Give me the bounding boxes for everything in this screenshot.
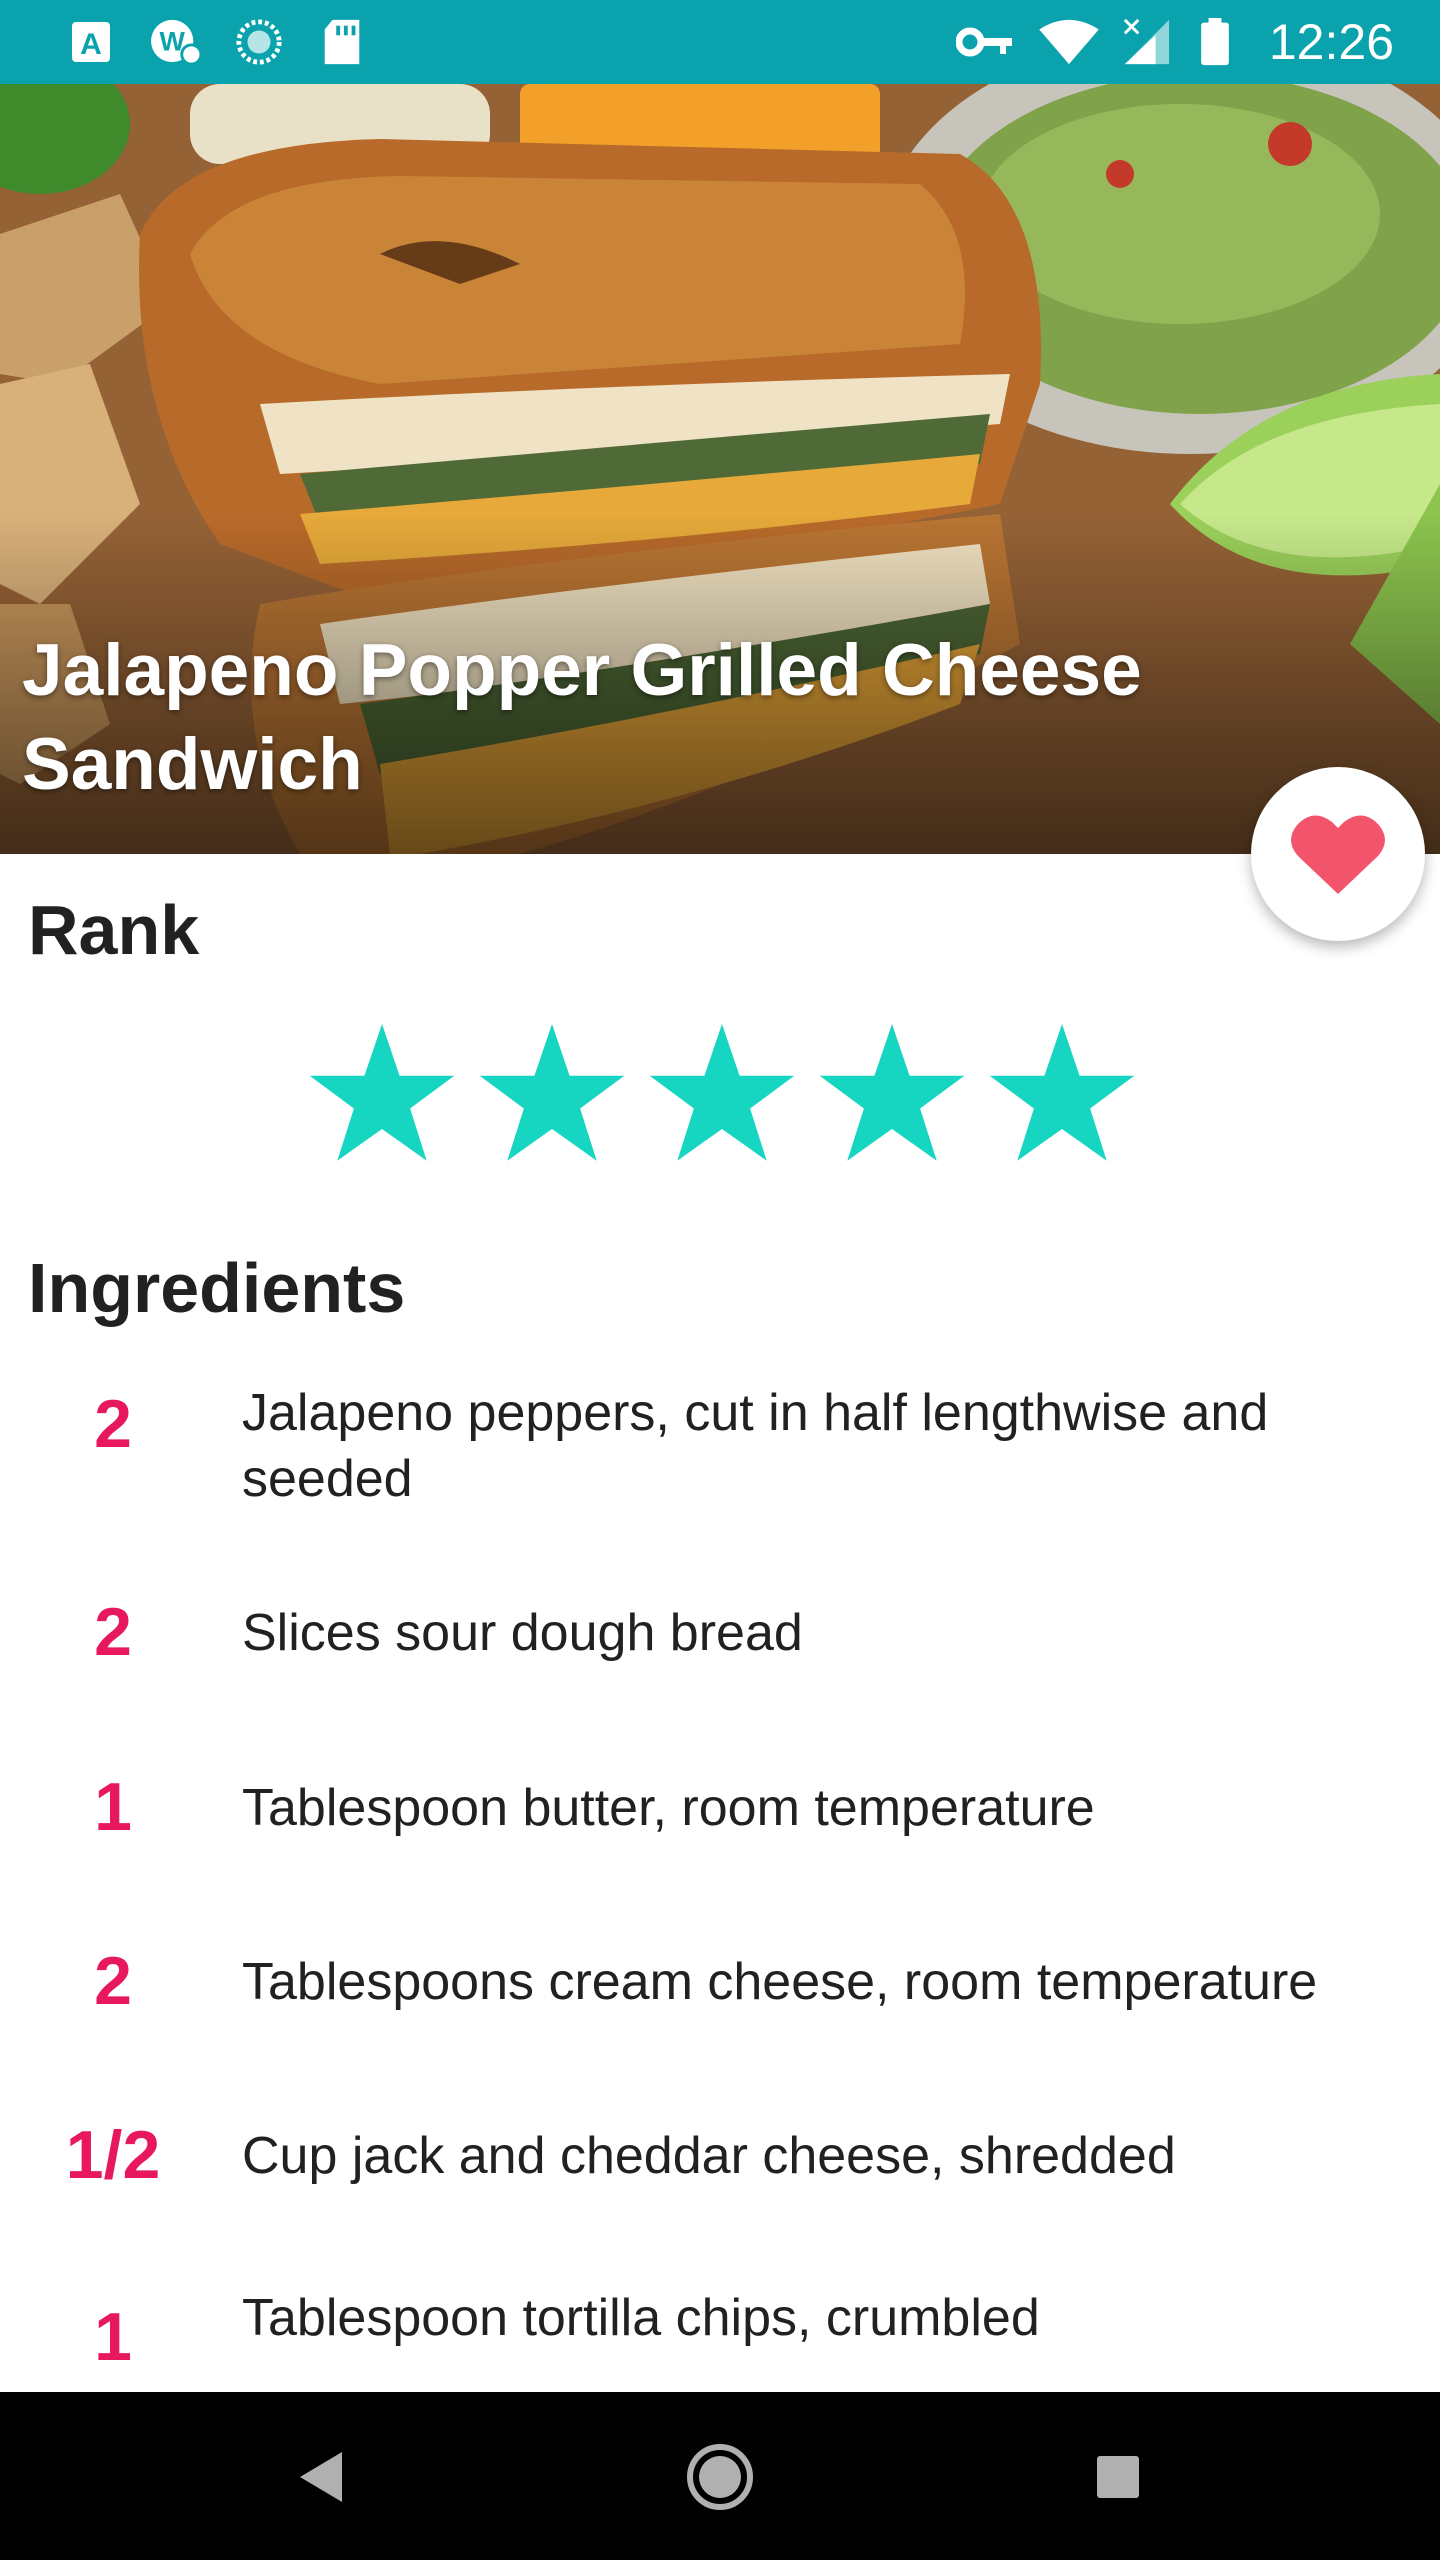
ingredient-quantity: 2 xyxy=(94,1943,132,2019)
wifi-icon xyxy=(1039,19,1099,65)
sync-circle-icon xyxy=(236,19,282,65)
sd-card-icon xyxy=(324,19,360,65)
ingredient-quantity: 1 xyxy=(94,1769,132,1845)
ingredient-text: Cup jack and cheddar cheese, shredded xyxy=(242,2127,1176,2185)
battery-icon xyxy=(1201,18,1229,66)
star-icon[interactable] xyxy=(477,1020,627,1170)
signal-icon xyxy=(1123,18,1170,65)
star-icon[interactable] xyxy=(307,1020,457,1170)
heart-icon xyxy=(1291,815,1385,894)
ingredient-text: Tablespoon tortilla chips, crumbled xyxy=(242,2289,1040,2347)
status-bar: A W 12:26 xyxy=(0,0,1440,84)
ingredient-quantity: 2 xyxy=(94,1386,132,1462)
star-icon[interactable] xyxy=(817,1020,967,1170)
ingredient-quantity: 1 xyxy=(94,2299,132,2375)
ingredient-text: Jalapeno peppers, cut in half lengthwise… xyxy=(242,1384,1269,1508)
app-a-icon: A xyxy=(72,22,110,62)
app-w-icon: W xyxy=(151,19,203,66)
home-icon[interactable] xyxy=(675,2432,765,2522)
ingredient-text: Tablespoon butter, room temperature xyxy=(242,1779,1095,1837)
ingredient-quantity: 2 xyxy=(94,1594,132,1670)
clock: 12:26 xyxy=(1268,14,1394,70)
rank-heading: Rank xyxy=(28,891,200,969)
favorite-button[interactable] xyxy=(1251,767,1425,941)
ingredients-heading: Ingredients xyxy=(28,1249,406,1327)
star-icon[interactable] xyxy=(987,1020,1137,1170)
recipe-title: Jalapeno Popper Grilled Cheese Sandwich xyxy=(22,630,1142,805)
vpn-key-icon xyxy=(956,27,1012,57)
ingredient-text: Tablespoons cream cheese, room temperatu… xyxy=(242,1953,1318,2011)
star-icon[interactable] xyxy=(647,1020,797,1170)
back-icon[interactable] xyxy=(278,2432,368,2522)
recipe-hero-image: Jalapeno Popper Grilled Cheese Sandwich xyxy=(0,84,1440,854)
ingredient-quantity: 1/2 xyxy=(65,2117,161,2193)
recents-icon[interactable] xyxy=(1073,2432,1163,2522)
svg-text:A: A xyxy=(80,28,102,61)
navigation-bar xyxy=(0,2392,1440,2560)
rating-stars[interactable] xyxy=(307,1020,1137,1170)
ingredient-text: Slices sour dough bread xyxy=(242,1604,803,1662)
